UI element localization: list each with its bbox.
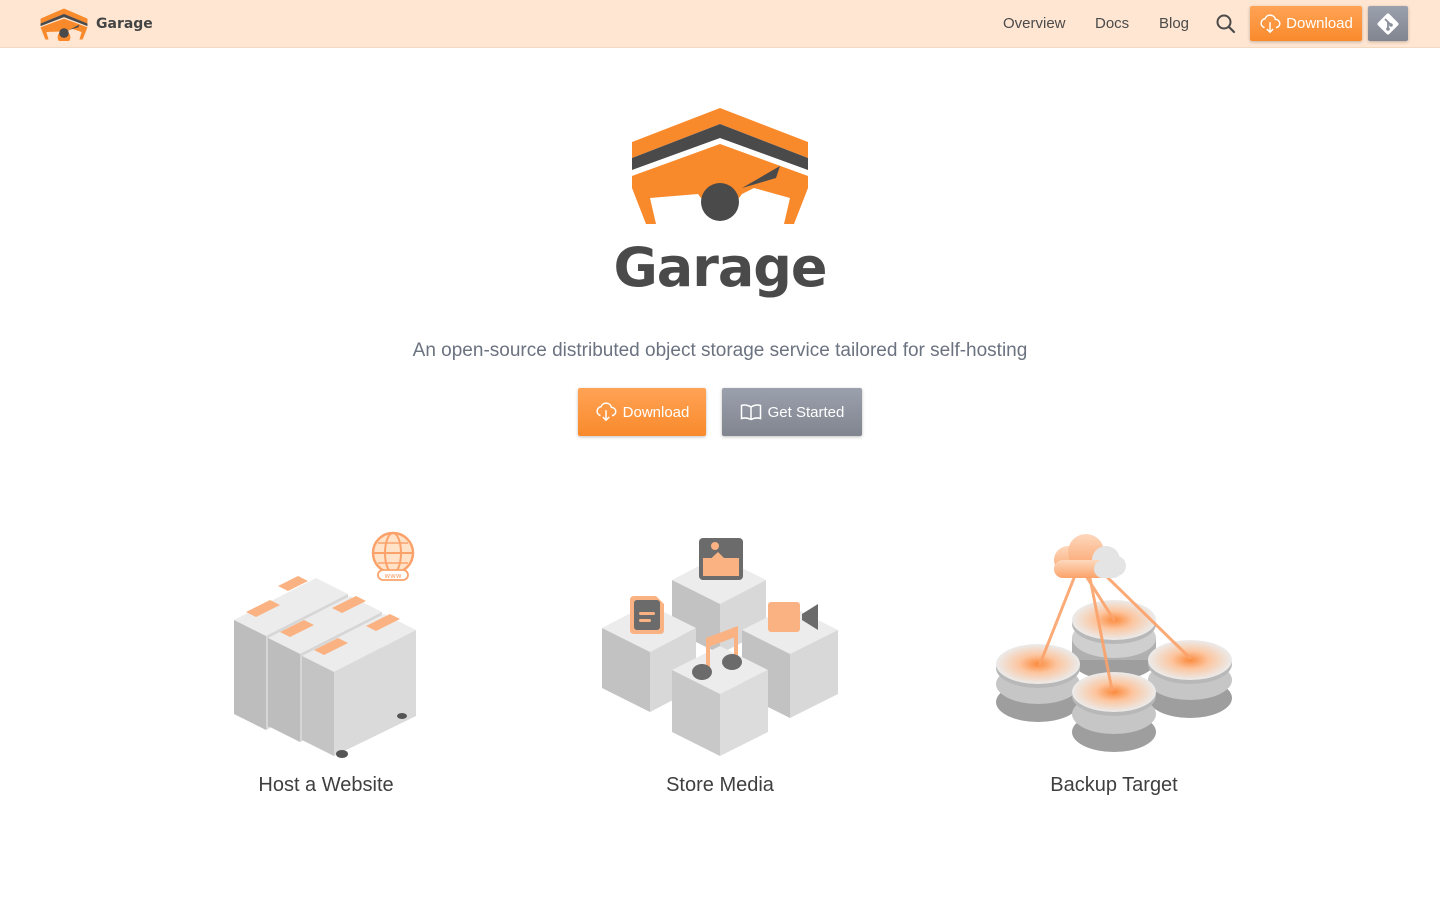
cloud-icon	[1054, 534, 1126, 578]
hero-tagline: An open-source distributed object storag…	[412, 340, 1028, 361]
image-icon	[699, 538, 743, 580]
nav-link-blog[interactable]: Blog	[1159, 0, 1189, 47]
nav-download-button[interactable]: Download	[1250, 6, 1362, 41]
hero-download-button[interactable]: Download	[578, 388, 706, 436]
book-icon	[740, 404, 761, 421]
media-blocks-illustration	[602, 538, 838, 756]
garage-hero-logo-icon	[632, 108, 808, 224]
top-navbar: Garage Overview Docs Blog Download	[0, 0, 1440, 48]
feature-label-backup-target: Backup Target	[1050, 774, 1178, 796]
git-repo-button[interactable]	[1368, 6, 1408, 41]
brand-link[interactable]: Garage	[40, 7, 153, 41]
search-icon[interactable]	[1214, 12, 1238, 36]
svg-text:www: www	[384, 572, 401, 580]
cloud-download-icon	[596, 402, 617, 422]
hero-title: Garage	[613, 236, 827, 299]
hero-download-label: Download	[622, 403, 690, 421]
document-icon	[630, 596, 664, 634]
feature-store-media: Store Media	[560, 520, 880, 796]
feature-label-store-media: Store Media	[666, 774, 774, 796]
backup-disks-illustration	[996, 534, 1232, 752]
feature-backup-target: Backup Target	[954, 520, 1274, 796]
cloud-download-icon	[1260, 13, 1281, 33]
get-started-button[interactable]: Get Started	[722, 388, 862, 436]
feature-label-host-website: Host a Website	[258, 774, 394, 796]
brand-name: Garage	[96, 16, 153, 32]
nav-link-docs[interactable]: Docs	[1095, 0, 1129, 47]
get-started-label: Get Started	[767, 403, 845, 421]
nav-link-overview[interactable]: Overview	[1003, 0, 1066, 47]
globe-icon: www	[371, 531, 415, 581]
nav-download-label: Download	[1286, 15, 1353, 32]
git-icon	[1377, 13, 1399, 34]
garage-logo-icon	[40, 8, 88, 41]
feature-host-website: www Host a Website	[166, 520, 486, 796]
web-servers-illustration: www	[234, 531, 416, 758]
